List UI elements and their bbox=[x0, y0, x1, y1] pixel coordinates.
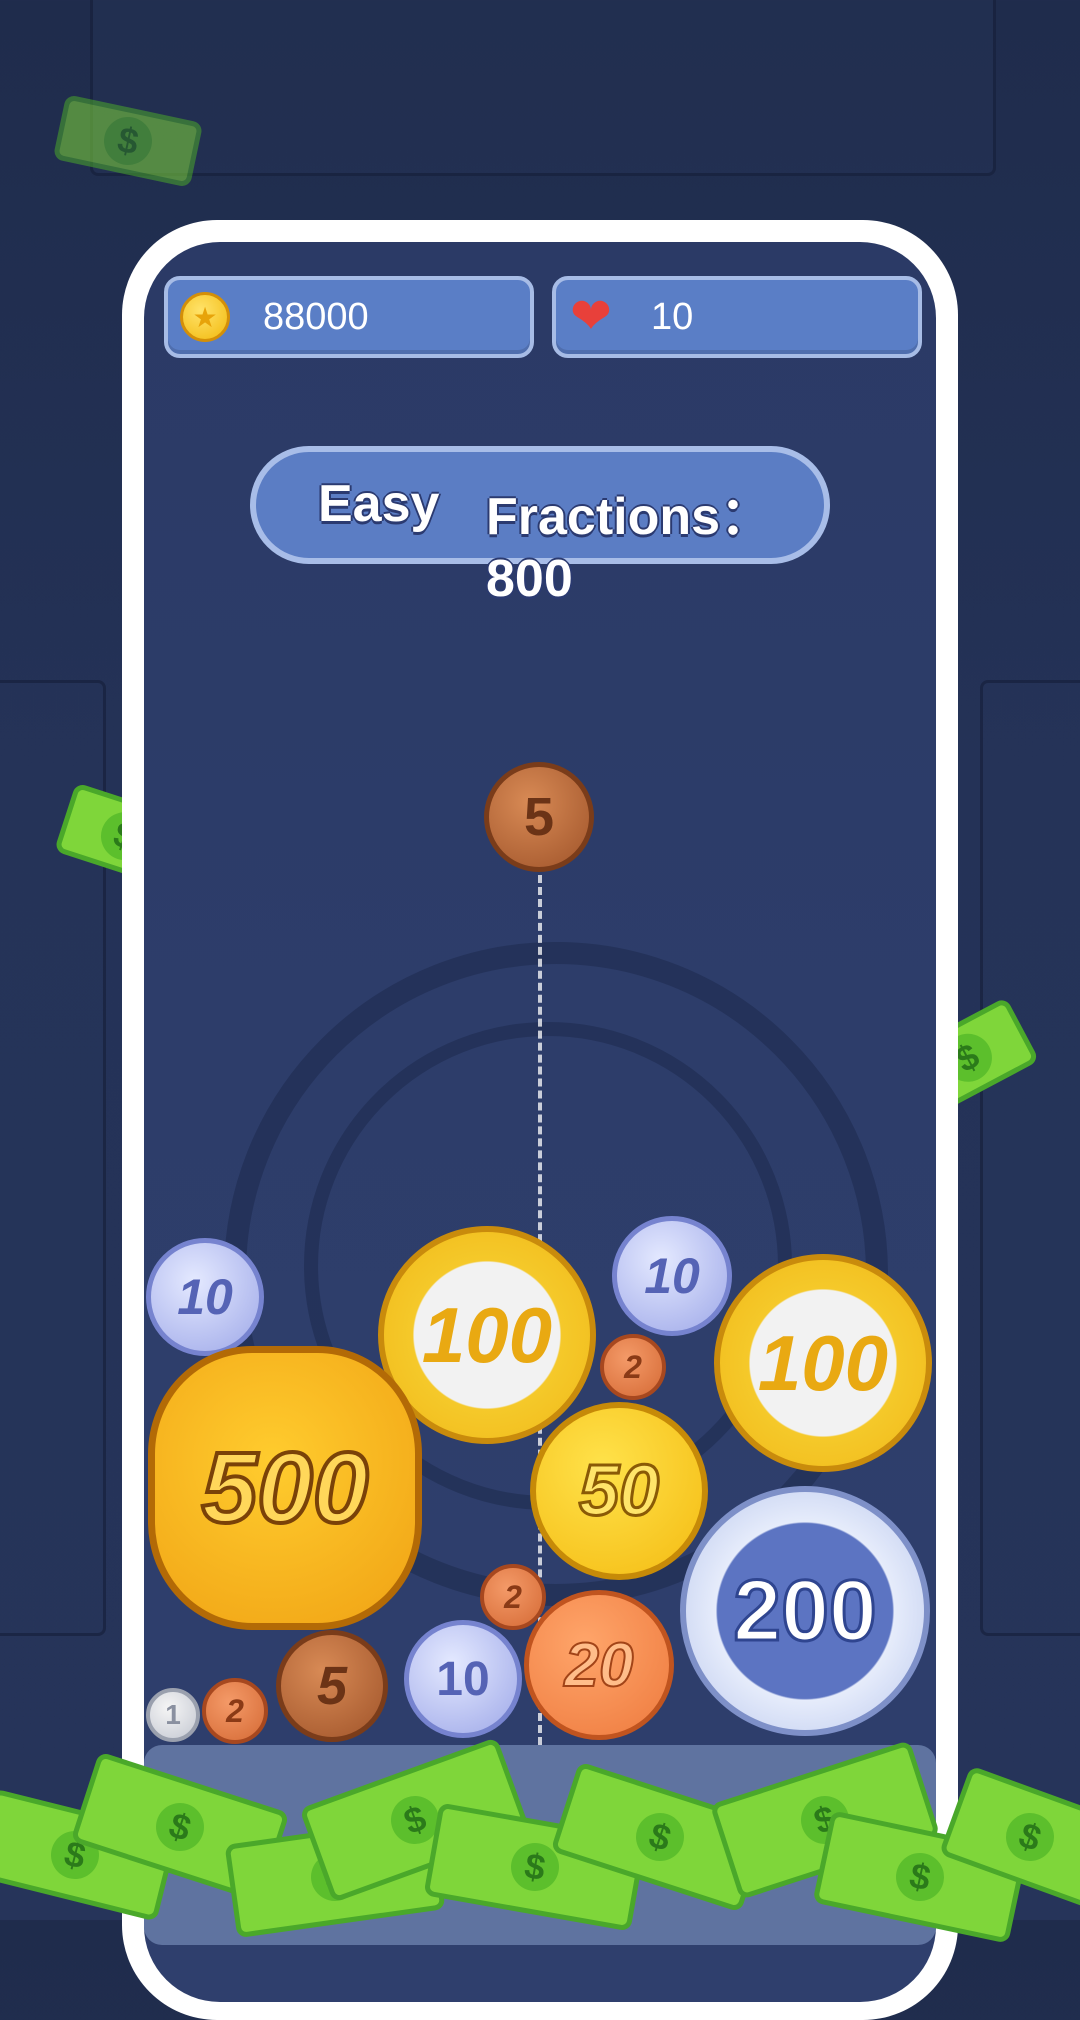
coin: 5 bbox=[276, 1630, 388, 1742]
coin: 20 bbox=[524, 1590, 674, 1740]
wall-panel bbox=[90, 0, 996, 176]
coin: 2 bbox=[480, 1564, 546, 1630]
coin-balance-panel: ★ 88000 bbox=[164, 276, 534, 358]
coin: 1 bbox=[146, 1688, 200, 1742]
coin: 50 bbox=[530, 1402, 708, 1580]
coin: 10 bbox=[404, 1620, 522, 1738]
drop-coin[interactable]: 5 bbox=[484, 762, 594, 872]
coin: 200 bbox=[680, 1486, 930, 1736]
gold-star-coin-icon: ★ bbox=[180, 292, 230, 342]
money-pile: $ $ $ $ $ $ $ $ $ bbox=[0, 1737, 1080, 1944]
coin: 500 bbox=[148, 1346, 422, 1630]
lives-panel: ❤ 10 bbox=[552, 276, 922, 358]
coin-balance-value: 88000 bbox=[263, 296, 369, 338]
wall-panel bbox=[980, 680, 1080, 1636]
coin: 100 bbox=[714, 1254, 932, 1472]
coin: 2 bbox=[600, 1334, 666, 1400]
coin: 2 bbox=[202, 1678, 268, 1744]
target-score-label: Fractions： 800 bbox=[486, 488, 773, 608]
level-info-banner: Easy Fractions： 800 bbox=[250, 446, 830, 608]
heart-icon: ❤ bbox=[570, 287, 612, 345]
lives-value: 10 bbox=[651, 296, 694, 338]
coin: 10 bbox=[146, 1238, 264, 1356]
coin: 10 bbox=[612, 1216, 732, 1336]
difficulty-label: Easy bbox=[318, 475, 440, 533]
